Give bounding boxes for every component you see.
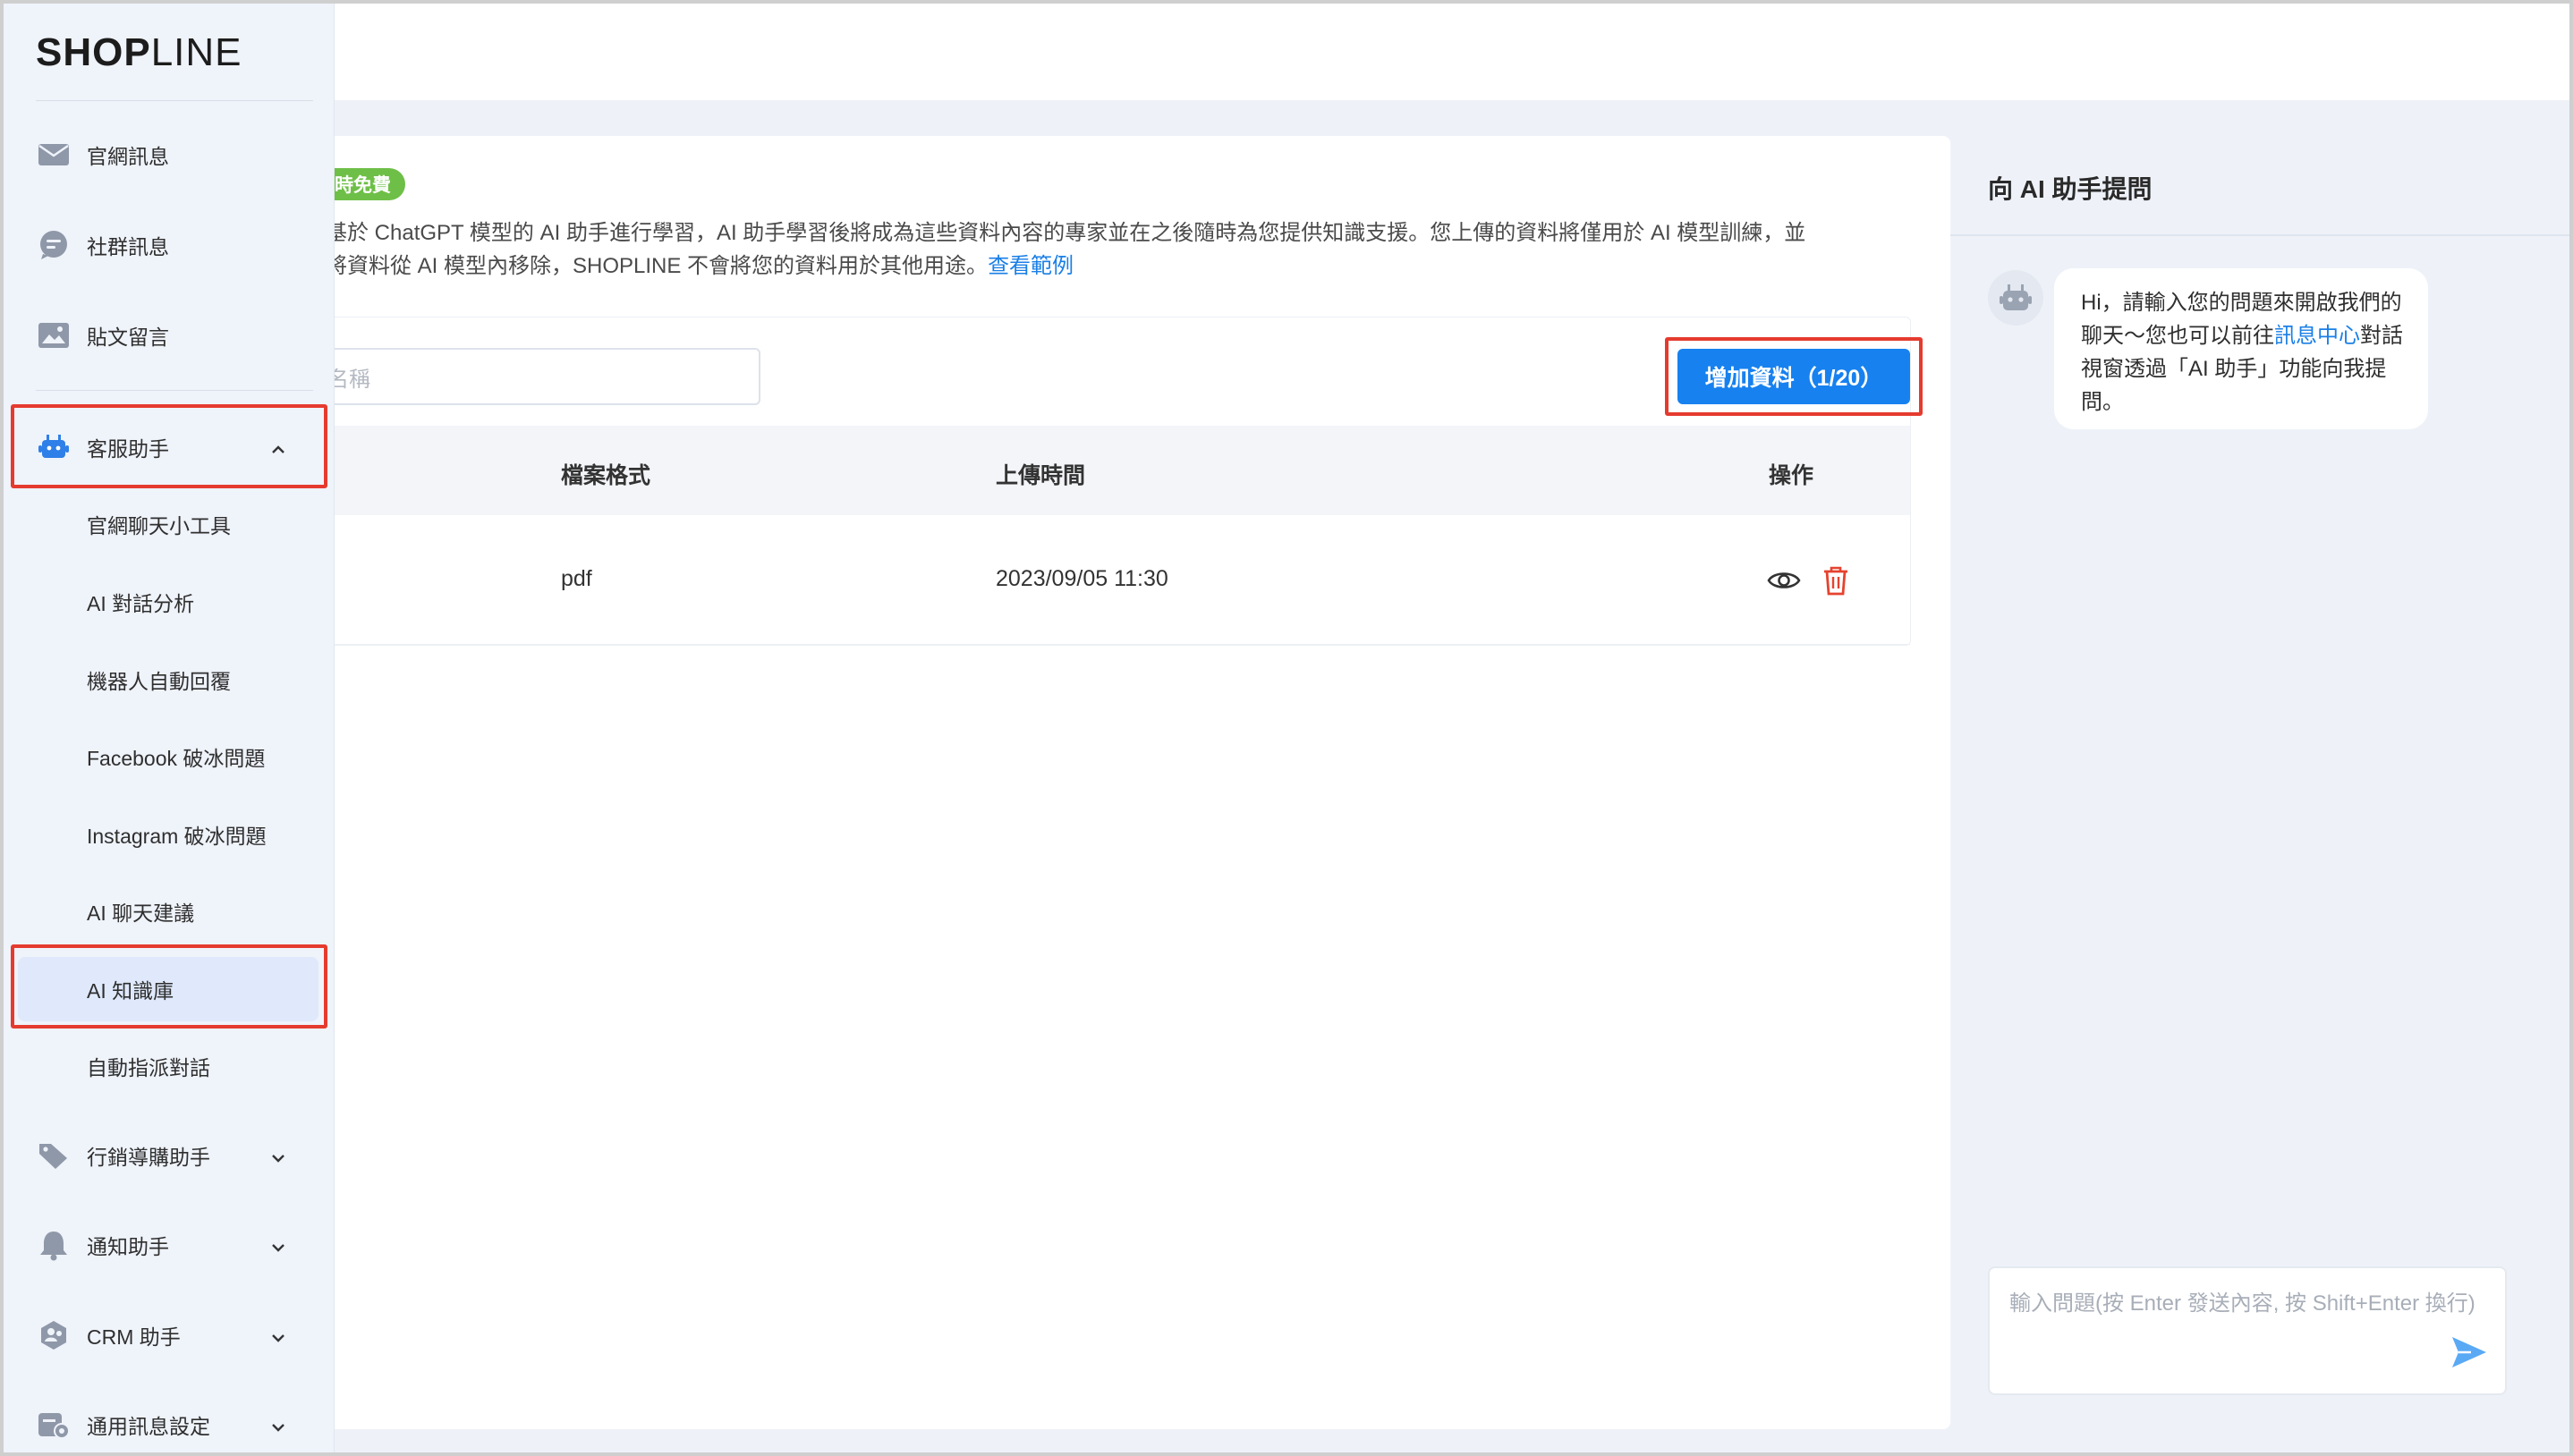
sidebar-item-web-messages[interactable]: 官網訊息 bbox=[4, 119, 335, 190]
chat-divider bbox=[1950, 234, 2569, 236]
sidebar-sub-item[interactable]: AI 對話分析 bbox=[4, 570, 335, 634]
shopline-logo: SHOPLINE bbox=[36, 30, 242, 74]
bot-greeting-bubble: Hi，請輸入您的問題來開啟我們的聊天～您也可以前往訊息中心對話視窗透過「AI 助… bbox=[2054, 268, 2428, 429]
sidebar-item-post-comments[interactable]: 貼文留言 bbox=[4, 300, 335, 371]
column-header-format: 檔案格式 bbox=[561, 463, 651, 488]
sidebar-sub-item[interactable]: 自動指派對話 bbox=[4, 1034, 335, 1098]
sidebar-divider bbox=[36, 390, 313, 391]
sidebar-divider bbox=[36, 100, 313, 101]
chevron-down-icon bbox=[270, 1327, 286, 1343]
chevron-down-icon bbox=[270, 1237, 286, 1253]
sidebar-section-label: 客服助手 bbox=[87, 437, 169, 461]
sidebar-sub-item[interactable]: Instagram 破冰問題 bbox=[4, 802, 335, 867]
sidebar-item-label: 通用訊息設定 bbox=[87, 1415, 210, 1438]
sidebar-group-marketing[interactable]: 行銷導購助手 bbox=[4, 1120, 335, 1191]
sidebar-item-label: CRM 助手 bbox=[87, 1325, 181, 1349]
sidebar-sub-item-ai-knowledge-base[interactable]: AI 知識庫 bbox=[18, 957, 318, 1021]
sidebar-item-label: 官網訊息 bbox=[87, 145, 169, 168]
sidebar-sub-item[interactable]: Facebook 破冰問題 bbox=[4, 724, 335, 789]
bell-icon bbox=[38, 1229, 70, 1261]
view-example-link[interactable]: 查看範例 bbox=[988, 254, 1074, 278]
envelope-icon bbox=[38, 139, 70, 171]
sidebar-group-notifications[interactable]: 通知助手 bbox=[4, 1209, 335, 1281]
table-header bbox=[300, 426, 1910, 515]
search-input[interactable]: 名稱 bbox=[326, 348, 760, 405]
delete-trash-icon[interactable] bbox=[1818, 563, 1854, 598]
chat-bubble-icon bbox=[38, 229, 70, 261]
sidebar-item-label: 社群訊息 bbox=[87, 235, 169, 258]
sidebar: SHOPLINE 官網訊息 社群訊息 貼文留言 客服助手 官網聊天小工具 AI … bbox=[4, 4, 335, 1452]
sidebar-sub-item[interactable]: 官網聊天小工具 bbox=[4, 492, 335, 556]
send-icon[interactable] bbox=[2450, 1333, 2489, 1372]
view-eye-icon[interactable] bbox=[1766, 563, 1802, 598]
row-divider bbox=[300, 644, 1910, 645]
sidebar-item-label: 通知助手 bbox=[87, 1235, 169, 1258]
sidebar-group-crm[interactable]: CRM 助手 bbox=[4, 1299, 335, 1371]
column-header-actions: 操作 bbox=[1769, 463, 1814, 488]
crm-icon bbox=[38, 1319, 70, 1351]
robot-icon bbox=[38, 431, 70, 463]
sidebar-item-label: 貼文留言 bbox=[87, 326, 169, 349]
sidebar-group-general-settings[interactable]: 通用訊息設定 bbox=[4, 1389, 335, 1452]
settings-icon bbox=[38, 1409, 70, 1441]
sidebar-sub-item[interactable]: 機器人自動回覆 bbox=[4, 648, 335, 712]
cell-uploaded: 2023/09/05 11:30 bbox=[996, 566, 1168, 591]
chat-title: 向 AI 助手提問 bbox=[1988, 175, 2153, 203]
sidebar-section-customer-service[interactable]: 客服助手 bbox=[4, 411, 335, 483]
description-line-2: 將資料從 AI 模型內移除，SHOPLINE 不會將您的資料用於其他用途。 bbox=[326, 254, 989, 278]
bot-avatar-icon bbox=[1988, 270, 2043, 326]
sidebar-item-label: 行銷導購助手 bbox=[87, 1146, 210, 1169]
description: 基於 ChatGPT 模型的 AI 助手進行學習，AI 助手學習後將成為這些資料… bbox=[326, 216, 1918, 283]
chevron-up-icon bbox=[270, 439, 286, 455]
tag-icon bbox=[38, 1139, 70, 1172]
column-header-uploaded: 上傳時間 bbox=[996, 463, 1086, 488]
message-center-link[interactable]: 訊息中心 bbox=[2274, 324, 2360, 348]
sidebar-item-social-messages[interactable]: 社群訊息 bbox=[4, 209, 335, 281]
chat-question-input[interactable]: 輸入問題(按 Enter 發送內容, 按 Shift+Enter 換行) bbox=[1988, 1266, 2507, 1395]
add-data-button[interactable]: 增加資料（1/20） bbox=[1677, 349, 1910, 404]
cell-format: pdf bbox=[561, 566, 592, 591]
description-line-1: 基於 ChatGPT 模型的 AI 助手進行學習，AI 助手學習後將成為這些資料… bbox=[326, 221, 1806, 245]
chevron-down-icon bbox=[270, 1147, 286, 1164]
chevron-down-icon bbox=[270, 1417, 286, 1433]
sidebar-sub-item[interactable]: AI 聊天建議 bbox=[4, 879, 335, 944]
top-bar bbox=[4, 4, 2569, 100]
app-window: 時免費 基於 ChatGPT 模型的 AI 助手進行學習，AI 助手學習後將成為… bbox=[0, 0, 2573, 1456]
image-icon bbox=[38, 319, 70, 351]
